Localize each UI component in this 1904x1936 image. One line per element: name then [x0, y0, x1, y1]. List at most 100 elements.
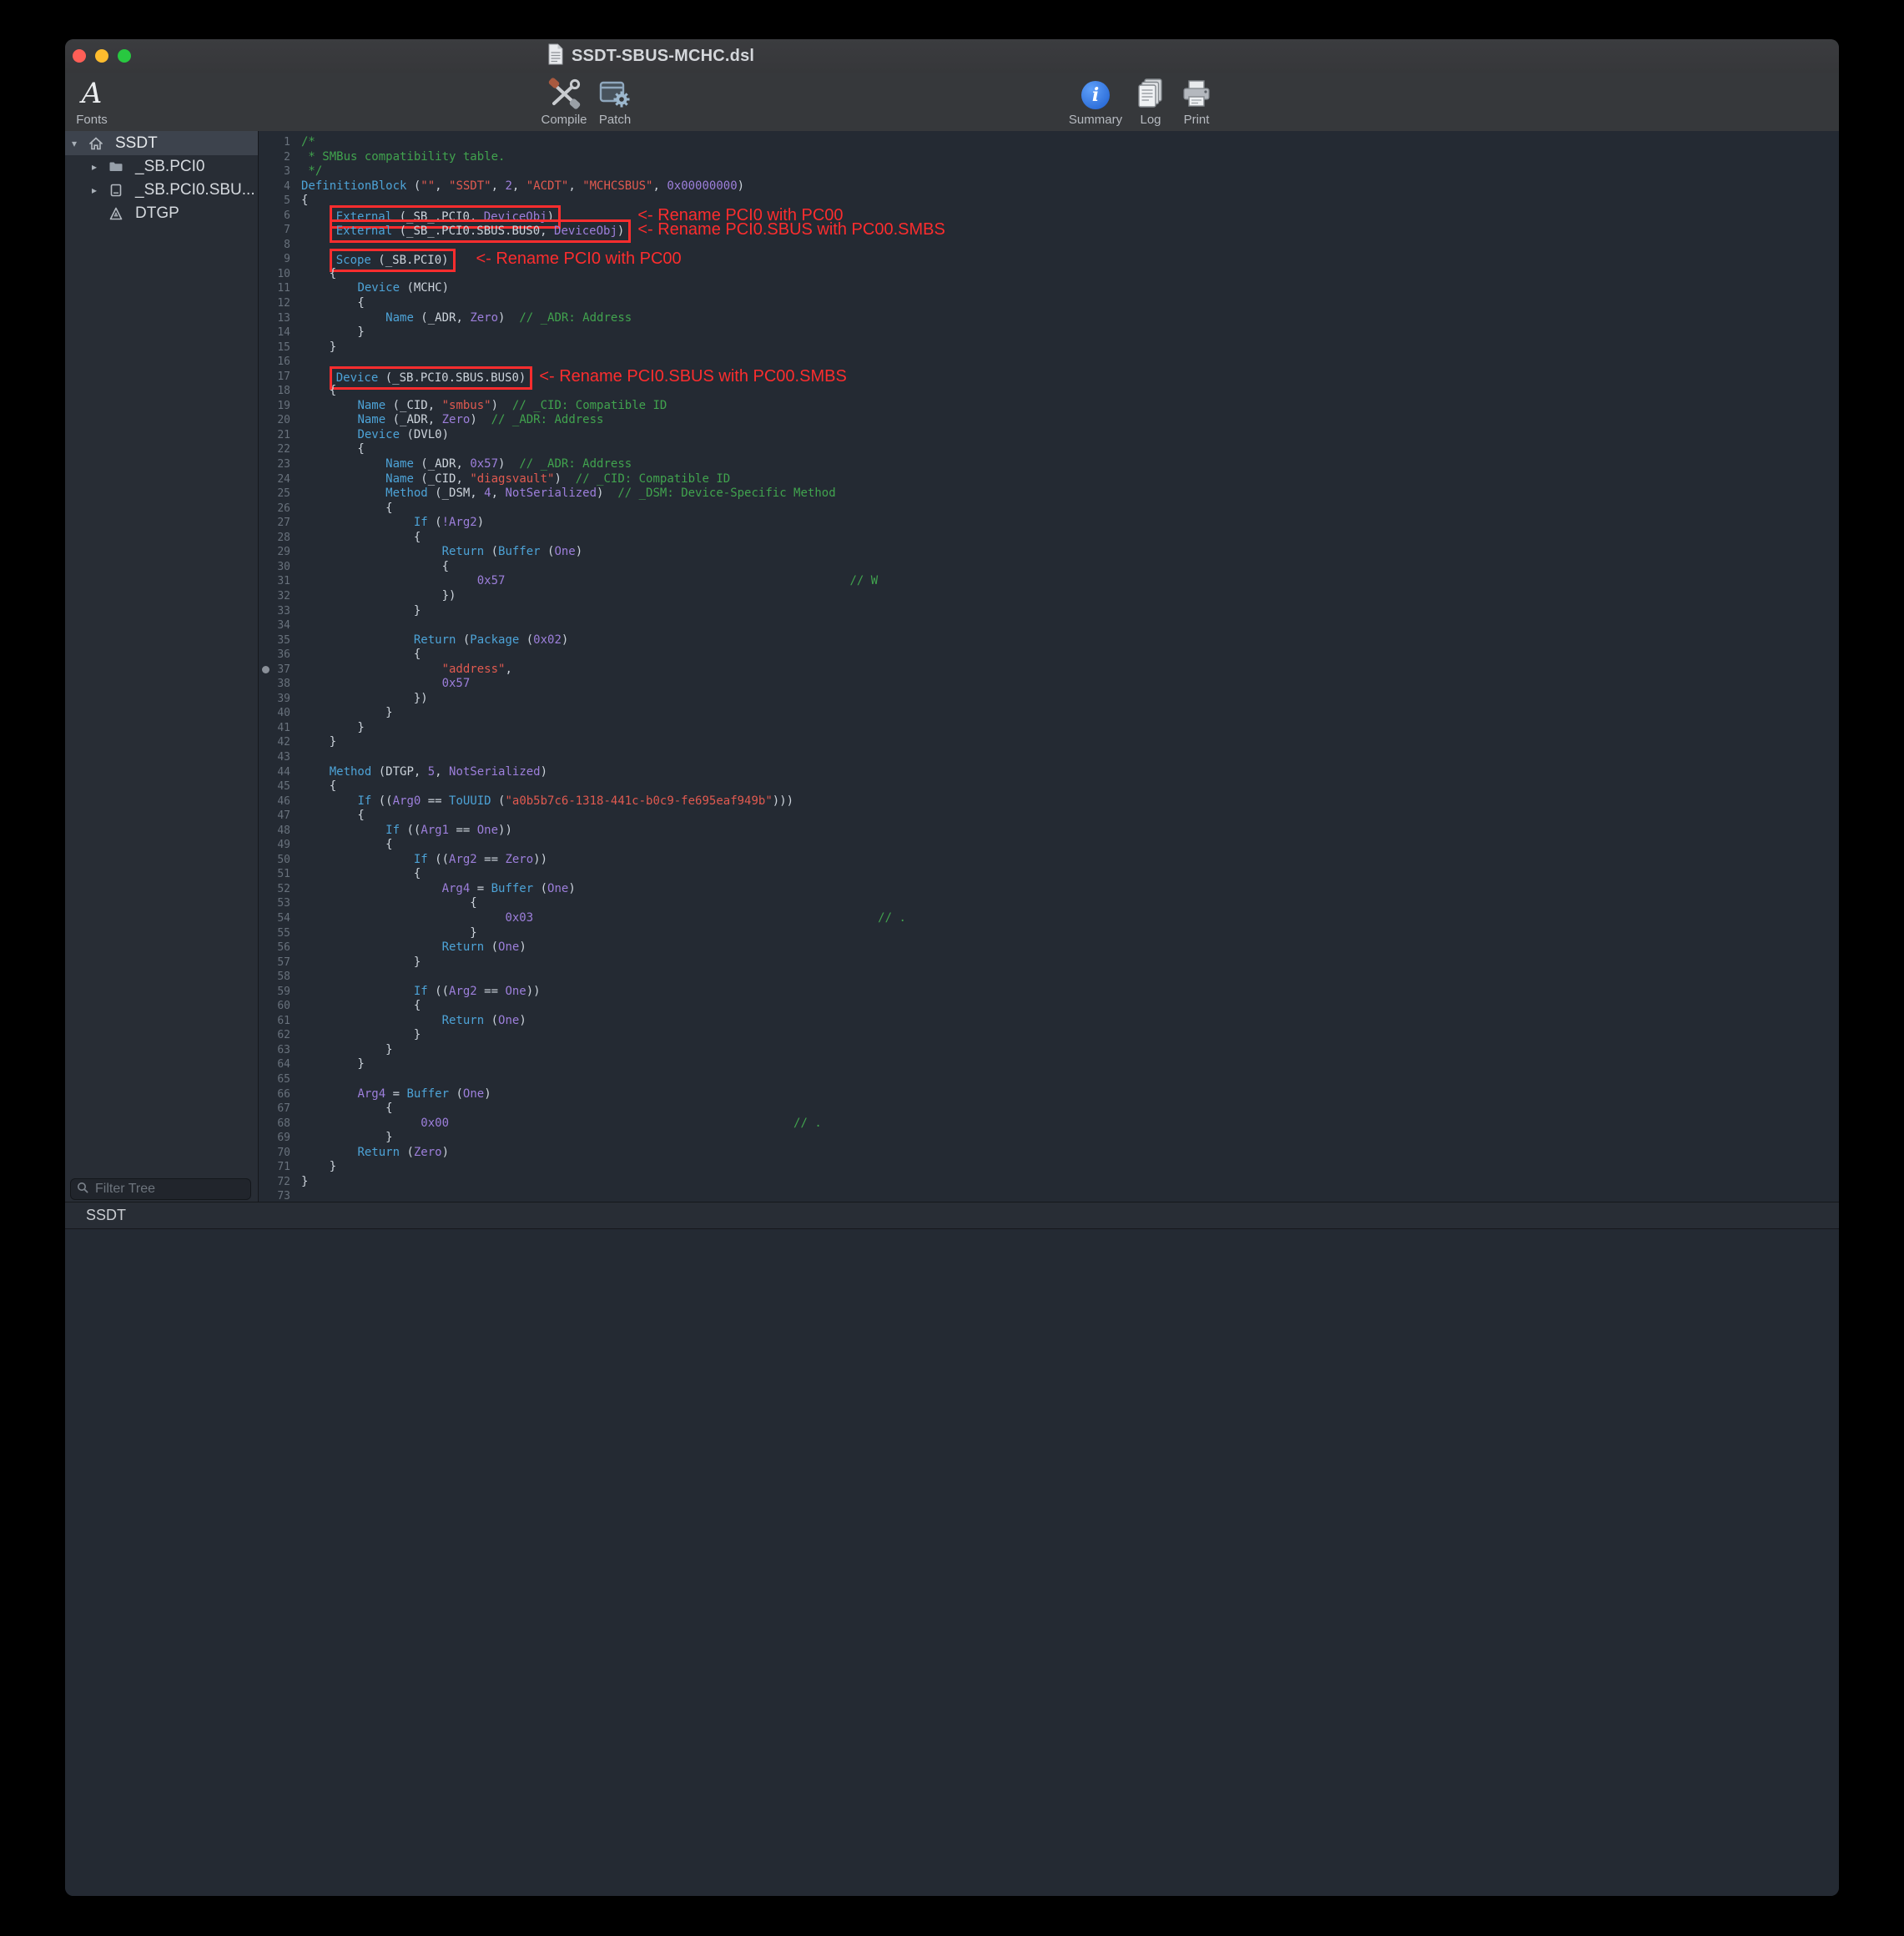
line-number: 62	[259, 1028, 290, 1043]
line-number: 42	[259, 735, 290, 750]
compile-label: Compile	[541, 113, 587, 126]
code-line: 23 Name (_ADR, 0x57) // _ADR: Address	[259, 457, 1839, 472]
code-line: 24 Name (_CID, "diagsvault") // _CID: Co…	[259, 472, 1839, 487]
code-line: 56 Return (One)	[259, 940, 1839, 955]
line-number: 18	[259, 384, 290, 399]
code-line: 31 0x57 // W	[259, 574, 1839, 589]
tree: ▾SSDT▸_SB.PCI0▸_SB.PCI0.SBU... DTGP	[65, 131, 258, 225]
code-line: 47 {	[259, 809, 1839, 824]
title-area: SSDT-SBUS-MCHC.dsl	[547, 39, 754, 73]
status-path: SSDT	[86, 1207, 126, 1224]
log-button[interactable]: Log	[1131, 74, 1171, 126]
line-number: 23	[259, 457, 290, 472]
line-number: 7	[259, 223, 290, 238]
home-icon	[87, 135, 105, 152]
tree-item-label: DTGP	[135, 204, 179, 223]
line-number: 30	[259, 560, 290, 575]
search-icon	[77, 1182, 88, 1197]
line-number: 25	[259, 487, 290, 502]
close-button[interactable]	[73, 49, 86, 63]
code-line: 2 * SMBus compatibility table.	[259, 150, 1839, 165]
compile-button[interactable]: Compile	[537, 74, 591, 126]
line-number: 44	[259, 765, 290, 780]
fonts-button[interactable]: A Fonts	[67, 74, 117, 126]
fonts-label: Fonts	[76, 113, 108, 126]
code-line: 38 0x57	[259, 677, 1839, 692]
code-line: 42 }	[259, 735, 1839, 750]
line-number: 69	[259, 1131, 290, 1146]
code-line: 70 Return (Zero)	[259, 1146, 1839, 1161]
code-line: 53 {	[259, 896, 1839, 911]
toolbar: A Fonts Compile	[65, 73, 1839, 132]
editor-empty-area	[65, 1230, 1839, 1896]
code-lines: 1/*2 * SMBus compatibility table.3 */4De…	[259, 135, 1839, 1202]
filter-field[interactable]	[70, 1178, 251, 1200]
line-number: 58	[259, 970, 290, 985]
tree-item-sb-pci0-sbu[interactable]: ▸_SB.PCI0.SBU...	[65, 179, 258, 202]
line-number: 5	[259, 194, 290, 209]
minimize-button[interactable]	[95, 49, 108, 63]
line-number: 64	[259, 1057, 290, 1072]
code-line: 7 External (_SB_.PCI0.SBUS.BUS0, DeviceO…	[259, 223, 1839, 238]
line-number: 31	[259, 574, 290, 589]
code-line: 27 If (!Arg2)	[259, 516, 1839, 531]
code-line: 29 Return (Buffer (One)	[259, 545, 1839, 560]
line-number: 38	[259, 677, 290, 692]
line-number: 65	[259, 1072, 290, 1087]
line-number: 43	[259, 750, 290, 765]
line-number: 14	[259, 325, 290, 340]
line-number: 3	[259, 164, 290, 179]
line-number: 57	[259, 955, 290, 971]
gutter-marker-dot-icon	[262, 666, 269, 673]
zoom-button[interactable]	[118, 49, 131, 63]
summary-label: Summary	[1069, 113, 1122, 126]
disclosure-closed-icon[interactable]: ▸	[92, 161, 107, 173]
code-editor[interactable]: 1/*2 * SMBus compatibility table.3 */4De…	[259, 131, 1839, 1202]
tree-item-ssdt[interactable]: ▾SSDT	[65, 131, 258, 155]
line-number: 9	[259, 252, 290, 267]
code-line: 26 {	[259, 502, 1839, 517]
line-number: 22	[259, 442, 290, 457]
tree-item-sb-pci0[interactable]: ▸_SB.PCI0	[65, 155, 258, 179]
fonts-icon: A	[82, 78, 103, 109]
line-number: 53	[259, 896, 290, 911]
summary-button[interactable]: i Summary	[1069, 74, 1122, 126]
code-line: 11 Device (MCHC)	[259, 281, 1839, 296]
disclosure-open-icon[interactable]: ▾	[72, 138, 87, 149]
code-line: 46 If ((Arg0 == ToUUID ("a0b5b7c6-1318-4…	[259, 794, 1839, 809]
line-number: 35	[259, 633, 290, 648]
line-number: 19	[259, 399, 290, 414]
line-number: 17	[259, 370, 290, 385]
code-line: 36 {	[259, 648, 1839, 663]
titlebar[interactable]: SSDT-SBUS-MCHC.dsl	[65, 39, 1839, 73]
line-number: 47	[259, 809, 290, 824]
line-number: 6	[259, 209, 290, 224]
line-number: 60	[259, 999, 290, 1014]
code-line: 20 Name (_ADR, Zero) // _ADR: Address	[259, 413, 1839, 428]
tree-item-dtgp[interactable]: DTGP	[65, 202, 258, 225]
code-line: 50 If ((Arg2 == Zero))	[259, 853, 1839, 868]
app-window: SSDT-SBUS-MCHC.dsl A Fonts Compile	[65, 39, 1839, 1896]
code-line: 41 }	[259, 721, 1839, 736]
line-number: 32	[259, 589, 290, 604]
patch-annotation: <- Rename PCI0.SBUS with PC00.SMBS	[637, 220, 944, 239]
line-number: 36	[259, 648, 290, 663]
summary-info-icon: i	[1081, 76, 1110, 109]
line-number: 59	[259, 985, 290, 1000]
code-line: 45 {	[259, 779, 1839, 794]
line-number: 63	[259, 1043, 290, 1058]
code-line: 15 }	[259, 340, 1839, 355]
code-line: 43	[259, 750, 1839, 765]
patch-button[interactable]: Patch	[592, 74, 638, 126]
line-number: 8	[259, 238, 290, 253]
code-line: 66 Arg4 = Buffer (One)	[259, 1087, 1839, 1102]
code-line: 37 "address",	[259, 663, 1839, 678]
disclosure-closed-icon[interactable]: ▸	[92, 184, 107, 196]
line-number: 1	[259, 135, 290, 150]
code-line: 40 }	[259, 706, 1839, 721]
line-number: 21	[259, 428, 290, 443]
patch-annotation: <- Rename PCI0.SBUS with PC00.SMBS	[539, 367, 846, 386]
document-proxy-icon	[547, 43, 564, 69]
print-button[interactable]: Print	[1175, 74, 1218, 126]
filter-input[interactable]	[93, 1181, 244, 1197]
